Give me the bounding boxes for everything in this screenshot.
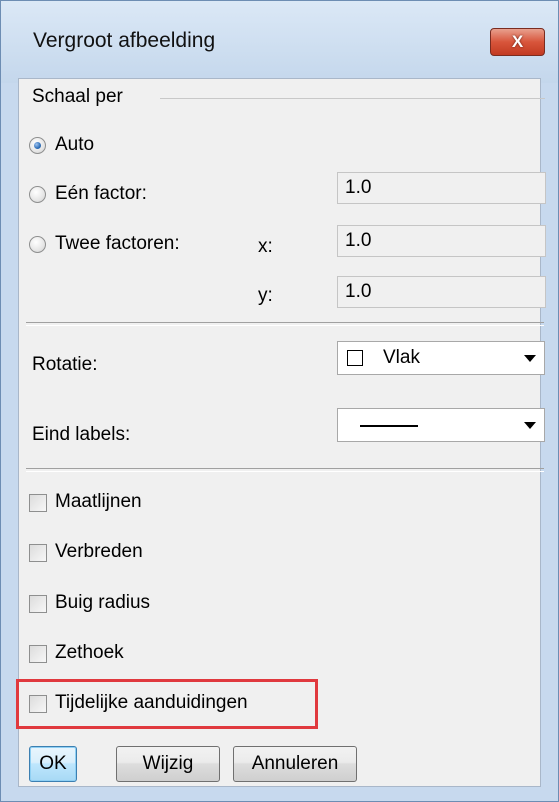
window-title: Vergroot afbeelding bbox=[33, 29, 216, 52]
change-button[interactable]: Wijzig bbox=[116, 746, 220, 782]
y-factor-field[interactable]: 1.0 bbox=[337, 276, 546, 308]
checkbox-widen-label[interactable]: Verbreden bbox=[55, 541, 143, 563]
rotation-label: Rotatie: bbox=[32, 354, 98, 375]
highlight-box bbox=[16, 679, 318, 729]
end-labels-label: Eind labels: bbox=[32, 424, 131, 445]
checkbox-bend-radius[interactable] bbox=[29, 595, 47, 613]
close-button[interactable]: X bbox=[490, 28, 545, 56]
radio-one-factor[interactable] bbox=[29, 186, 46, 203]
line-style-icon bbox=[360, 425, 418, 427]
checkbox-dimension-lines[interactable] bbox=[29, 494, 47, 512]
checkbox-set-angle[interactable] bbox=[29, 645, 47, 663]
cancel-button[interactable]: Annuleren bbox=[233, 746, 357, 782]
radio-two-factors-label[interactable]: Twee factoren: bbox=[55, 233, 180, 255]
ok-button[interactable]: OK bbox=[29, 746, 77, 782]
group-divider bbox=[160, 98, 545, 99]
separator-2 bbox=[26, 468, 544, 472]
checkbox-bend-radius-label[interactable]: Buig radius bbox=[55, 592, 150, 614]
x-factor-label: x: bbox=[258, 236, 273, 257]
radio-auto[interactable] bbox=[29, 137, 46, 154]
checkbox-widen[interactable] bbox=[29, 544, 47, 562]
radio-auto-label[interactable]: Auto bbox=[55, 134, 94, 156]
y-factor-label: y: bbox=[258, 285, 273, 306]
rotation-select[interactable]: Vlak bbox=[337, 341, 545, 375]
x-factor-field[interactable]: 1.0 bbox=[337, 225, 546, 257]
radio-one-factor-label[interactable]: Eén factor: bbox=[55, 183, 147, 205]
chevron-down-icon bbox=[524, 422, 536, 429]
end-labels-select[interactable] bbox=[337, 408, 545, 442]
scale-group-title: Schaal per bbox=[32, 86, 123, 107]
title-bar[interactable]: Vergroot afbeelding X bbox=[1, 1, 558, 83]
close-icon: X bbox=[511, 32, 524, 51]
checkbox-set-angle-label[interactable]: Zethoek bbox=[55, 642, 124, 664]
flat-icon bbox=[347, 350, 363, 366]
one-factor-field[interactable]: 1.0 bbox=[337, 172, 546, 204]
chevron-down-icon bbox=[524, 355, 536, 362]
rotation-value: Vlak bbox=[383, 347, 420, 368]
separator-1 bbox=[26, 322, 544, 326]
checkbox-dimension-lines-label[interactable]: Maatlijnen bbox=[55, 491, 142, 513]
radio-two-factors[interactable] bbox=[29, 236, 46, 253]
